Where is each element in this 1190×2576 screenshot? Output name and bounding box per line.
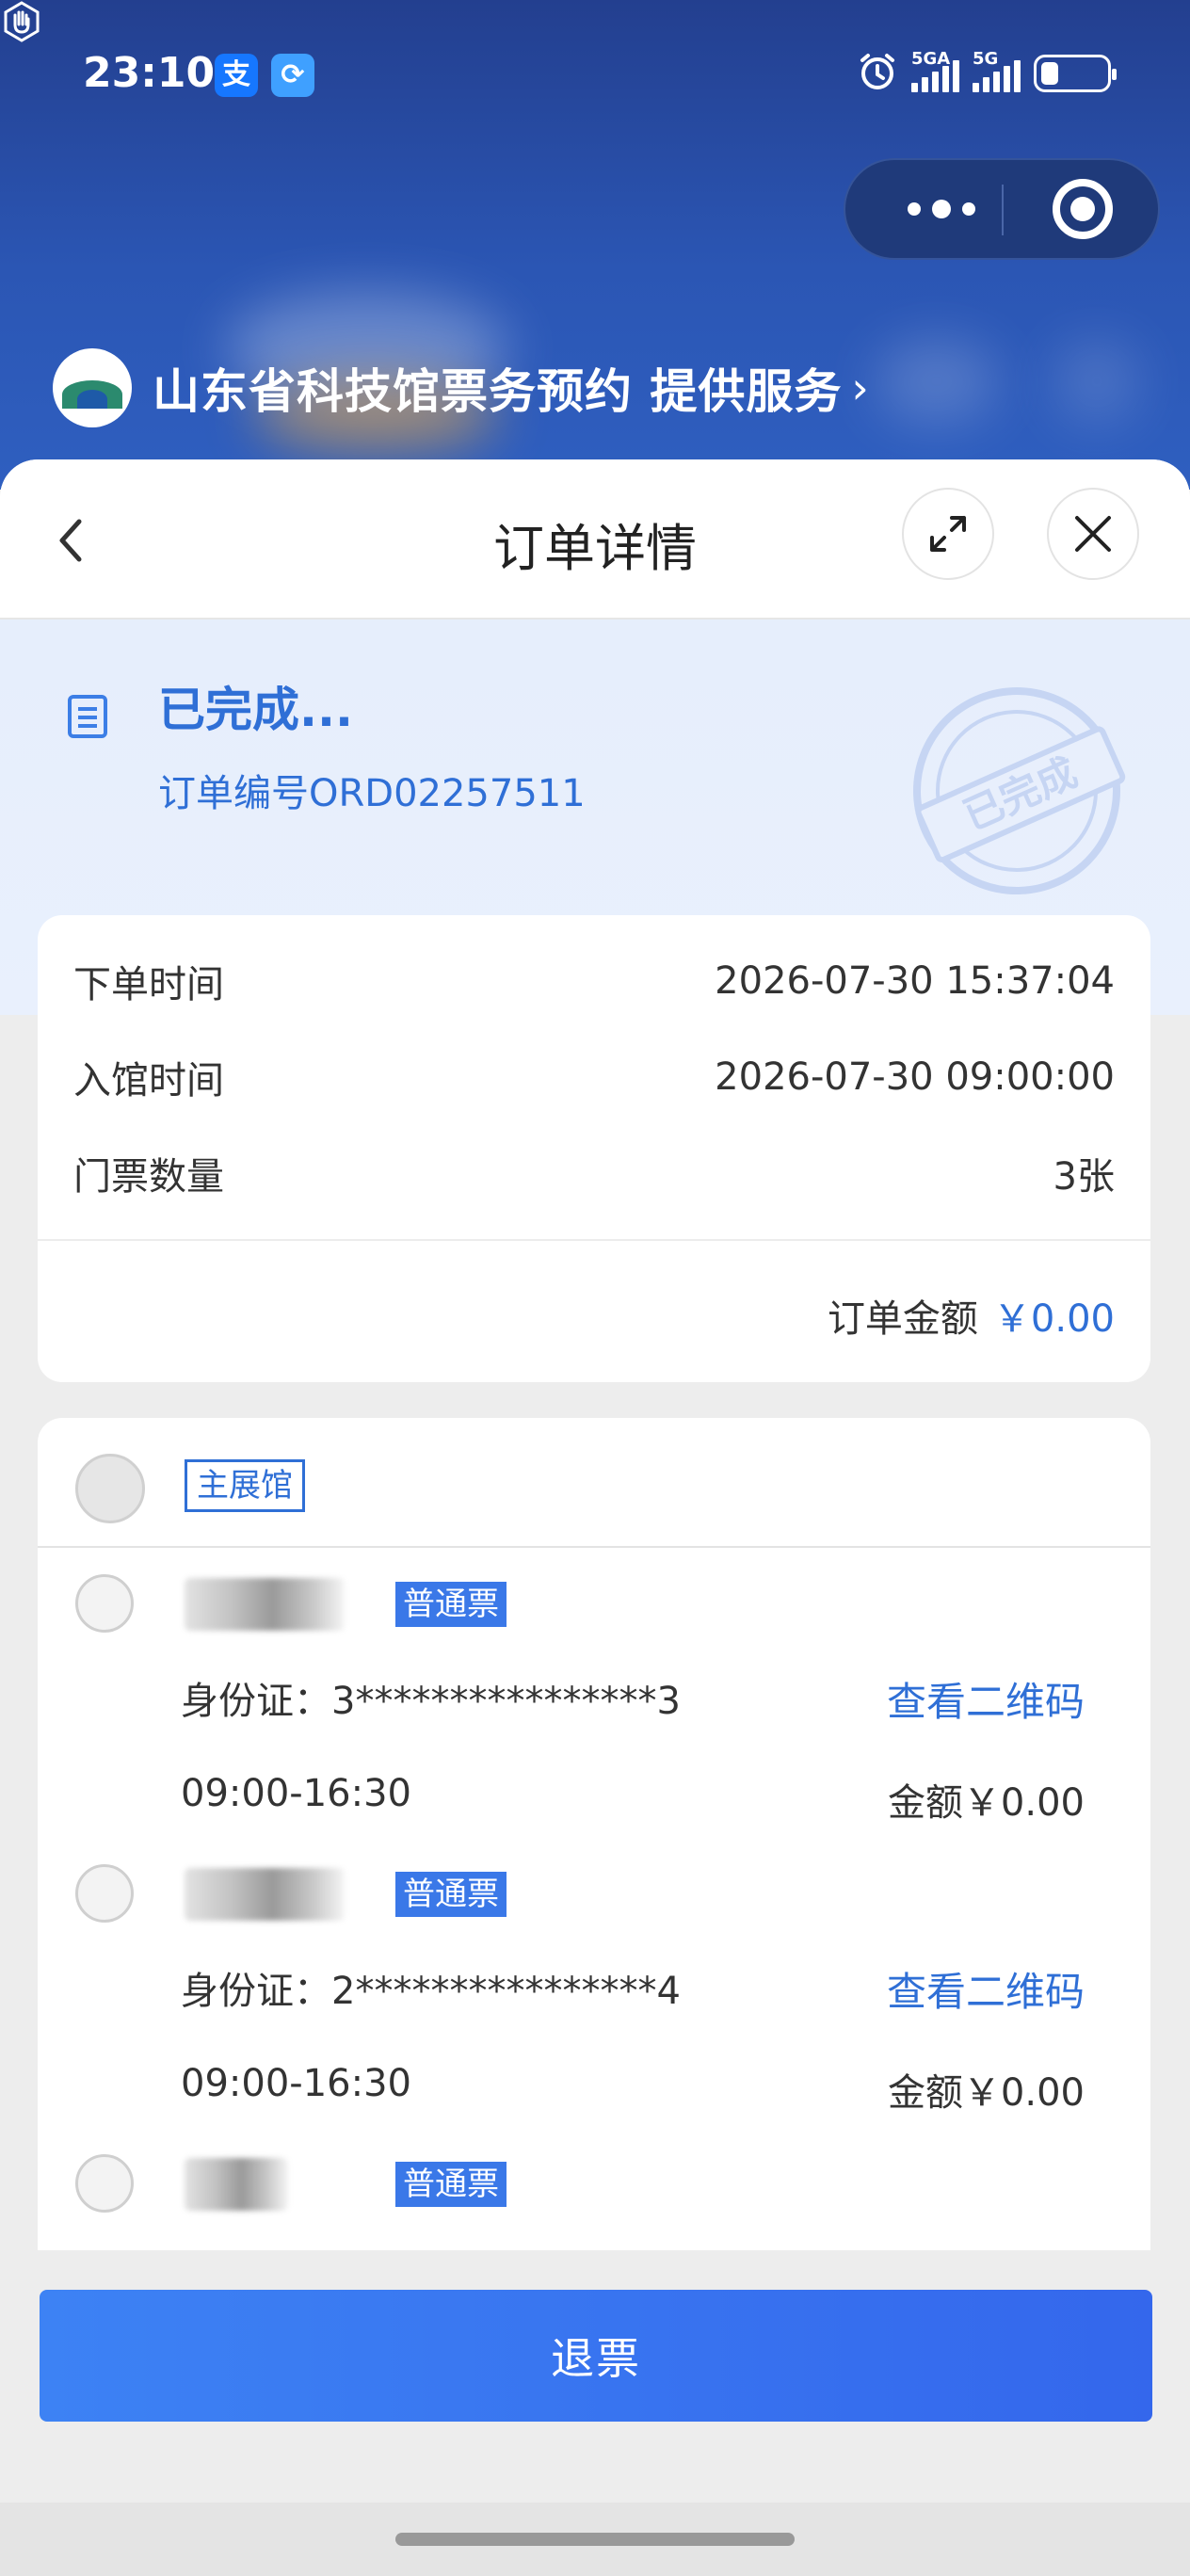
info-label: 入馆时间 — [73, 1059, 224, 1103]
order-number: 订单编号ORD02257511 — [158, 772, 586, 815]
ticket-type-tag: 普通票 — [395, 2162, 507, 2207]
order-amount-row: 订单金额 ￥0.00 — [828, 1288, 1115, 1343]
visitor-name-blurred — [185, 1868, 345, 1921]
info-label: 下单时间 — [73, 963, 224, 1006]
science-museum-logo — [53, 348, 132, 427]
alipay-icon: 支 — [215, 54, 258, 97]
expand-icon — [930, 516, 966, 552]
blurred-background — [876, 339, 998, 424]
visitor-name-blurred — [185, 1578, 345, 1631]
ticket-select-radio[interactable] — [75, 1574, 134, 1633]
view-qr-link[interactable]: 查看二维码 — [887, 1960, 1085, 2018]
provider-link[interactable]: 山东省科技馆票务预约 提供服务 › — [53, 348, 869, 427]
hall-tag: 主展馆 — [185, 1459, 305, 1512]
id-number: 身份证：2****************4 — [181, 1970, 681, 2013]
close-button[interactable] — [1047, 488, 1139, 580]
network-label: 5GA — [911, 49, 951, 69]
info-value: 2026-07-30 09:00:00 — [715, 1055, 1115, 1099]
ticket-amount: 金额￥0.00 — [887, 1781, 1085, 1825]
stamp-text: 已完成 — [912, 723, 1128, 865]
amount-value: ￥0.00 — [992, 1297, 1115, 1341]
info-value: 3张 — [1053, 1155, 1115, 1199]
capsule-divider — [1002, 185, 1004, 235]
sync-icon: ⟳ — [271, 54, 314, 97]
status-indicators: 5GA 5G — [857, 49, 1117, 96]
alarm-icon — [857, 51, 898, 96]
battery-icon — [1034, 55, 1117, 92]
entry-time-row: 入馆时间 2026-07-30 09:00:00 — [73, 1049, 1115, 1105]
visit-time: 09:00-16:30 — [181, 2062, 411, 2105]
signal-icon: 5G — [973, 49, 1021, 92]
provider-name: 山东省科技馆票务预约 提供服务 — [153, 364, 843, 419]
target-icon[interactable] — [1053, 179, 1113, 239]
hand-icon — [0, 0, 43, 43]
ticket-type-tag: 普通票 — [395, 1582, 507, 1627]
ticket-type-tag: 普通票 — [395, 1872, 507, 1917]
more-button[interactable] — [883, 160, 1000, 258]
info-label: 门票数量 — [73, 1155, 224, 1199]
order-list-icon — [68, 695, 107, 738]
expand-button[interactable] — [902, 488, 994, 580]
home-indicator[interactable] — [395, 2533, 795, 2546]
order-info-card: 下单时间 2026-07-30 15:37:04 入馆时间 2026-07-30… — [38, 915, 1150, 1382]
visitor-name-blurred — [185, 2158, 288, 2211]
close-icon — [1075, 516, 1111, 552]
chevron-right-icon: › — [851, 362, 869, 413]
ticket-count-row: 门票数量 3张 — [73, 1145, 1115, 1201]
id-number: 身份证：3****************3 — [181, 1680, 681, 1723]
mini-app-header: 23:10 支 ⟳ 5GA 5G 山东省科技馆票务预约 提供服务 › — [0, 0, 1190, 490]
mini-app-capsule — [844, 158, 1160, 260]
amount-label: 订单金额 — [827, 1297, 978, 1341]
divider — [38, 1239, 1150, 1241]
completed-stamp: 已完成 — [879, 653, 1154, 928]
tickets-card: 主展馆 普通票 身份证：3****************3 查看二维码 09:… — [38, 1418, 1150, 2250]
hall-row: 主展馆 — [38, 1418, 1150, 1548]
order-time-row: 下单时间 2026-07-30 15:37:04 — [73, 953, 1115, 1009]
refund-button[interactable]: 退票 — [40, 2290, 1152, 2422]
page-title: 订单详情 — [493, 519, 697, 578]
nav-bar: 订单详情 — [0, 459, 1190, 620]
hall-select-radio[interactable] — [75, 1454, 145, 1523]
ticket-select-radio[interactable] — [75, 1864, 134, 1923]
info-value: 2026-07-30 15:37:04 — [715, 959, 1115, 1003]
order-status: 已完成... — [158, 683, 353, 737]
signal-icon: 5GA — [911, 49, 959, 92]
visit-time: 09:00-16:30 — [181, 1772, 411, 1815]
ticket-select-radio[interactable] — [75, 2154, 134, 2213]
view-qr-link[interactable]: 查看二维码 — [887, 1670, 1085, 1728]
ticket-amount: 金额￥0.00 — [887, 2071, 1085, 2115]
network-label: 5G — [973, 49, 999, 69]
blurred-background — [1054, 339, 1139, 424]
order-detail-sheet: 订单详情 已完成... 订单编号ORD02257511 已完成 下单时间 202… — [0, 459, 1190, 2576]
status-time: 23:10 — [83, 49, 216, 97]
